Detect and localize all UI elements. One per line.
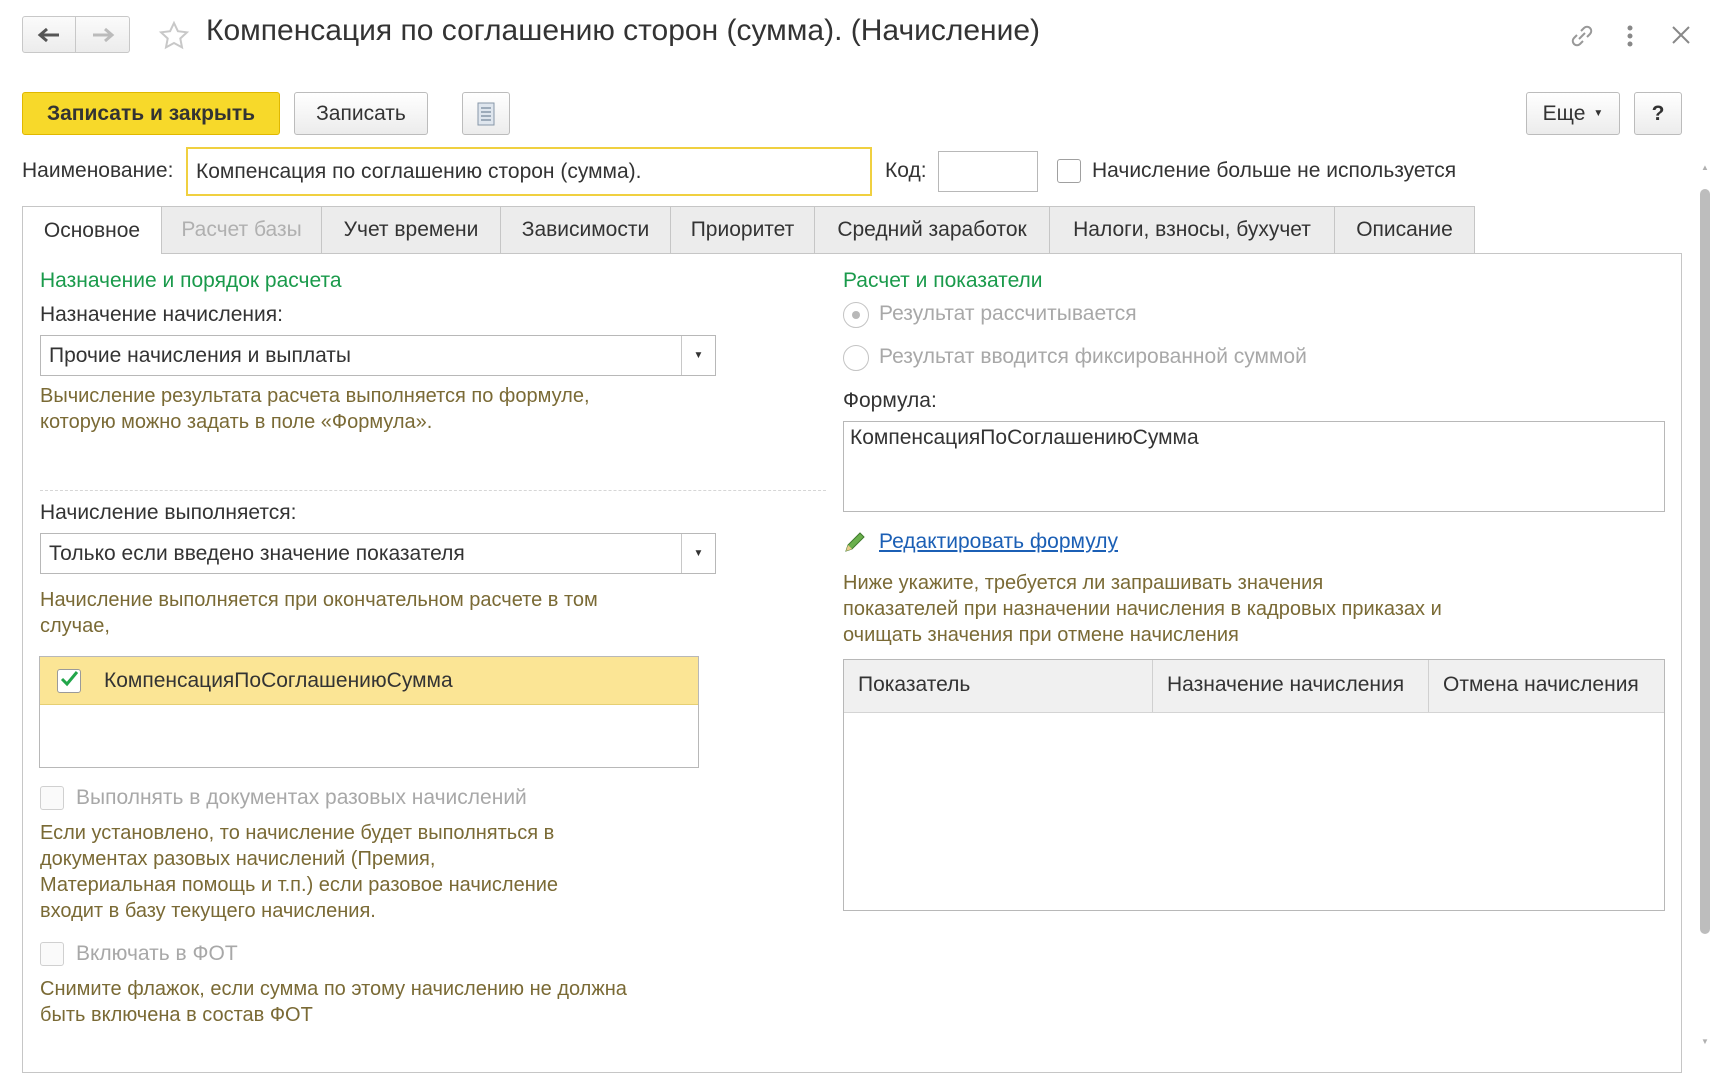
scrollbar-thumb[interactable] <box>1700 189 1710 934</box>
onetime-hint-line: Материальная помощь и т.п.) если разовое… <box>40 874 559 896</box>
table-hint: Ниже укажите, требуется ли запрашивать з… <box>843 570 1442 648</box>
exec-hint-line: случае, <box>40 615 110 637</box>
onetime-checkbox[interactable] <box>40 786 64 810</box>
dropdown-button[interactable]: ▼ <box>681 336 715 375</box>
section-title-calc: Расчет и показатели <box>843 269 1043 292</box>
onetime-hint-line: входит в базу текущего начисления. <box>40 900 376 922</box>
pencil-icon <box>843 530 867 559</box>
radio-dot <box>852 311 860 319</box>
purpose-hint-line: которую можно задать в поле «Формула». <box>40 411 433 433</box>
triangle-down-icon: ▼ <box>693 350 704 361</box>
table-hint-line: показателей при назначении начисления в … <box>843 598 1442 620</box>
purpose-select[interactable]: Прочие начисления и выплаты ▼ <box>40 335 716 376</box>
column-separator <box>1152 660 1153 712</box>
list-item[interactable]: КомпенсацияПоСоглашениюСумма <box>40 657 698 705</box>
onetime-label: Выполнять в документах разовых начислени… <box>76 786 527 809</box>
column-header-indicator[interactable]: Показатель <box>858 673 970 697</box>
list-item-label: КомпенсацияПоСоглашениюСумма <box>104 669 453 692</box>
indicators-table[interactable]: Показатель Назначение начисления Отмена … <box>843 659 1665 911</box>
checkmark-icon <box>60 671 79 687</box>
scroll-down-icon[interactable]: ▼ <box>1701 1037 1709 1046</box>
fot-checkbox[interactable] <box>40 942 64 966</box>
purpose-hint: Вычисление результата расчета выполняетс… <box>40 383 590 435</box>
onetime-hint-line: Если установлено, то начисление будет вы… <box>40 822 555 844</box>
formula-label: Формула: <box>843 389 937 412</box>
exec-hint: Начисление выполняется при окончательном… <box>40 587 598 639</box>
vertical-scrollbar[interactable]: ▲ ▼ <box>1698 163 1712 1051</box>
radio-calculated-label: Результат рассчитывается <box>879 302 1137 325</box>
fot-hint-line: Снимите флажок, если сумма по этому начи… <box>40 978 627 1000</box>
column-header-cancel[interactable]: Отмена начисления <box>1443 673 1639 697</box>
list-item-checkbox[interactable] <box>57 669 81 693</box>
exec-select[interactable]: Только если введено значение показателя … <box>40 533 716 574</box>
table-header: Показатель Назначение начисления Отмена … <box>844 660 1664 713</box>
scroll-up-icon[interactable]: ▲ <box>1701 163 1709 172</box>
radio-fixed-label: Результат вводится фиксированной суммой <box>879 345 1307 368</box>
divider <box>40 490 826 491</box>
radio-fixed[interactable] <box>843 345 869 371</box>
fot-hint: Снимите флажок, если сумма по этому начи… <box>40 976 627 1028</box>
fot-label: Включать в ФОТ <box>76 942 238 965</box>
edit-formula-link[interactable]: Редактировать формулу <box>879 530 1118 554</box>
formula-field[interactable]: КомпенсацияПоСоглашениюСумма <box>843 421 1665 512</box>
onetime-hint: Если установлено, то начисление будет вы… <box>40 820 558 924</box>
radio-calculated[interactable] <box>843 302 869 328</box>
fot-hint-line: быть включена в состав ФОТ <box>40 1004 313 1026</box>
dropdown-button[interactable]: ▼ <box>681 534 715 573</box>
table-hint-line: Ниже укажите, требуется ли запрашивать з… <box>843 572 1324 594</box>
column-separator <box>1428 660 1429 712</box>
table-hint-line: очищать значения при отмене начисления <box>843 624 1239 646</box>
exec-label: Начисление выполняется: <box>40 501 297 524</box>
indicator-list[interactable]: КомпенсацияПоСоглашениюСумма <box>39 656 699 768</box>
purpose-hint-line: Вычисление результата расчета выполняетс… <box>40 385 590 407</box>
exec-hint-line: Начисление выполняется при окончательном… <box>40 589 598 611</box>
column-header-assignment[interactable]: Назначение начисления <box>1167 673 1404 697</box>
exec-value: Только если введено значение показателя <box>49 541 465 565</box>
purpose-label: Назначение начисления: <box>40 303 283 326</box>
onetime-hint-line: документах разовых начислений (Премия, <box>40 848 436 870</box>
triangle-down-icon: ▼ <box>693 548 704 559</box>
purpose-value: Прочие начисления и выплаты <box>49 343 351 367</box>
section-title-purpose: Назначение и порядок расчета <box>40 269 342 292</box>
